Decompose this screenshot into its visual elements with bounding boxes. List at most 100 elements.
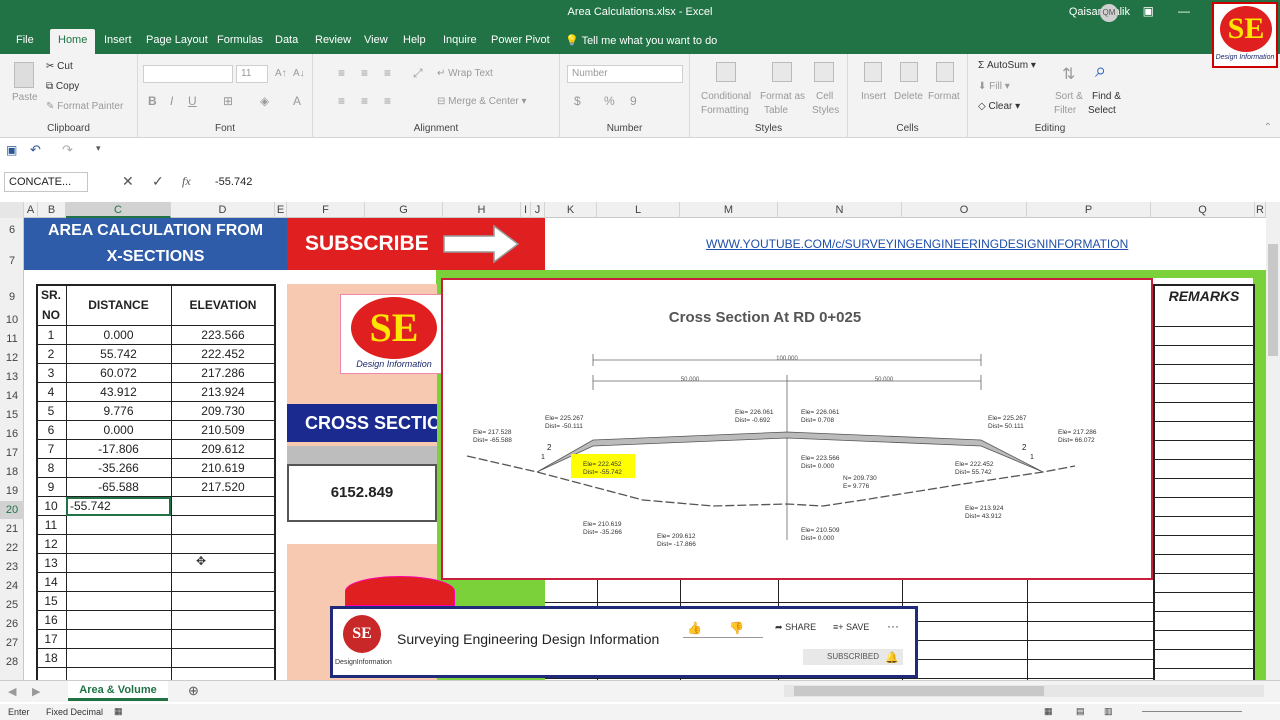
row-header[interactable]: 11 [0,330,24,348]
ribbon-display-icon[interactable]: ▣ [1143,4,1154,18]
cell-elevation[interactable]: 210.509 [171,421,275,440]
cell-elevation[interactable] [171,611,275,630]
more-icon[interactable]: ··· [887,619,899,633]
align-right-icon[interactable]: ≡ [384,94,391,108]
cell-elevation[interactable] [171,630,275,649]
tab-page-layout[interactable]: Page Layout [146,34,208,46]
tab-scroll-right-icon[interactable]: ▶ [32,685,40,698]
avatar[interactable]: QM [1100,4,1118,22]
formula-input[interactable]: -55.742 [215,176,252,188]
tab-view[interactable]: View [364,34,388,46]
normal-view-icon[interactable]: ▦ [1044,706,1053,717]
paste-button[interactable]: Paste [12,92,38,103]
cell-distance[interactable] [66,516,171,535]
cell-elevation[interactable]: 209.612 [171,440,275,459]
cell-sr[interactable]: 10 [36,497,66,516]
cell-sr[interactable]: 14 [36,573,66,592]
column-header[interactable]: D [171,202,275,218]
cell-sr[interactable]: 1 [36,326,66,345]
cell-elevation[interactable]: 209.730 [171,402,275,421]
dislike-icon[interactable]: 👎 [729,621,744,635]
cell-sr[interactable]: 18 [36,649,66,668]
column-header[interactable]: P [1027,202,1151,218]
comma-button[interactable]: 9 [630,94,637,108]
cell-sr[interactable]: 8 [36,459,66,478]
row-header[interactable]: 19 [0,482,24,500]
cell-distance[interactable] [66,573,171,592]
cross-section-drawing[interactable]: Cross Section At RD 0+025 100.000 50.000… [441,278,1153,580]
cell-sr[interactable]: 2 [36,345,66,364]
cell-elevation[interactable]: 210.619 [171,459,275,478]
row-header[interactable]: 6 [0,221,24,239]
underline-button[interactable]: U [188,94,197,108]
cell-distance[interactable]: -65.588 [66,478,171,497]
cell-elevation[interactable] [171,554,275,573]
wrap-text-button[interactable]: ↵ Wrap Text [437,68,493,79]
copy-button[interactable]: ⧉ Copy [46,81,79,92]
cell-sr[interactable]: 7 [36,440,66,459]
find-select-button[interactable]: Find & [1092,91,1121,102]
cell-sr[interactable]: 6 [36,421,66,440]
conditional-formatting-button[interactable]: Conditional [701,91,751,102]
column-header[interactable]: Q [1151,202,1255,218]
row-header[interactable]: 18 [0,463,24,481]
clear-button[interactable]: ◇ Clear ▾ [978,101,1020,112]
cell-elevation[interactable]: 223.566 [171,326,275,345]
orientation-icon[interactable]: ⤢ [413,66,423,81]
format-as-table-button[interactable]: Format as [760,91,805,102]
cell-sr[interactable]: 3 [36,364,66,383]
cell-elevation[interactable] [171,649,275,668]
bell-icon[interactable]: 🔔 [885,651,899,664]
active-cell[interactable]: -55.742 [66,497,171,516]
macro-icon[interactable]: ▦ [114,706,123,717]
cell-distance[interactable]: 0.000 [66,421,171,440]
row-header[interactable]: 7 [0,252,24,270]
name-box[interactable]: CONCATE... [4,172,88,192]
row-header[interactable]: 24 [0,577,24,595]
vertical-scroll-thumb[interactable] [1268,244,1278,356]
align-left-icon[interactable]: ≡ [338,94,345,108]
percent-button[interactable]: % [604,94,615,108]
column-header[interactable]: I [521,202,531,218]
collapse-ribbon-icon[interactable]: ⌃ [1264,122,1272,133]
channel-name[interactable]: Surveying Engineering Design Information [397,631,659,647]
row-header[interactable]: 14 [0,387,24,405]
cell-distance[interactable]: 9.776 [66,402,171,421]
column-header[interactable]: F [287,202,365,218]
minimize-icon[interactable]: — [1178,4,1190,18]
horizontal-scrollbar[interactable] [784,685,1264,697]
row-header[interactable]: 15 [0,406,24,424]
cell-sr[interactable]: 9 [36,478,66,497]
youtube-channel-card[interactable]: SE DesignInformation Surveying Engineeri… [330,606,918,678]
cell-sr[interactable]: 4 [36,383,66,402]
format-painter-button[interactable]: ✎ Format Painter [46,101,123,112]
cell-distance[interactable] [66,535,171,554]
save-video-button[interactable]: ≡+ SAVE [833,622,869,632]
row-header[interactable]: 16 [0,425,24,443]
cell-elevation[interactable] [171,535,275,554]
fill-button[interactable]: ⬇ Fill ▾ [978,81,1010,92]
enter-icon[interactable]: ✓ [152,173,164,190]
row-header[interactable]: 23 [0,558,24,576]
cell-distance[interactable]: 55.742 [66,345,171,364]
row-header[interactable]: 9 [0,288,24,306]
column-header[interactable]: G [365,202,443,218]
align-middle-icon[interactable]: ≡ [361,66,368,80]
like-icon[interactable]: 👍 [687,621,702,635]
cell-sr[interactable]: 15 [36,592,66,611]
insert-function-icon[interactable]: fx [182,174,191,189]
cell-elevation[interactable]: 217.520 [171,478,275,497]
cell-sr[interactable]: 17 [36,630,66,649]
align-top-icon[interactable]: ≡ [338,66,345,80]
fill-color-icon[interactable]: ◈ [260,94,269,108]
vertical-scrollbar[interactable] [1266,202,1280,680]
column-header[interactable]: B [38,202,66,218]
row-header[interactable]: 21 [0,520,24,538]
tab-scroll-left-icon[interactable]: ◀ [8,685,16,698]
column-header[interactable]: L [597,202,680,218]
tab-review[interactable]: Review [315,34,351,46]
column-header[interactable]: K [545,202,597,218]
cut-button[interactable]: ✂ Cut [46,61,73,72]
redo-icon[interactable]: ↷ [62,142,73,158]
cancel-icon[interactable]: ✕ [122,173,134,190]
